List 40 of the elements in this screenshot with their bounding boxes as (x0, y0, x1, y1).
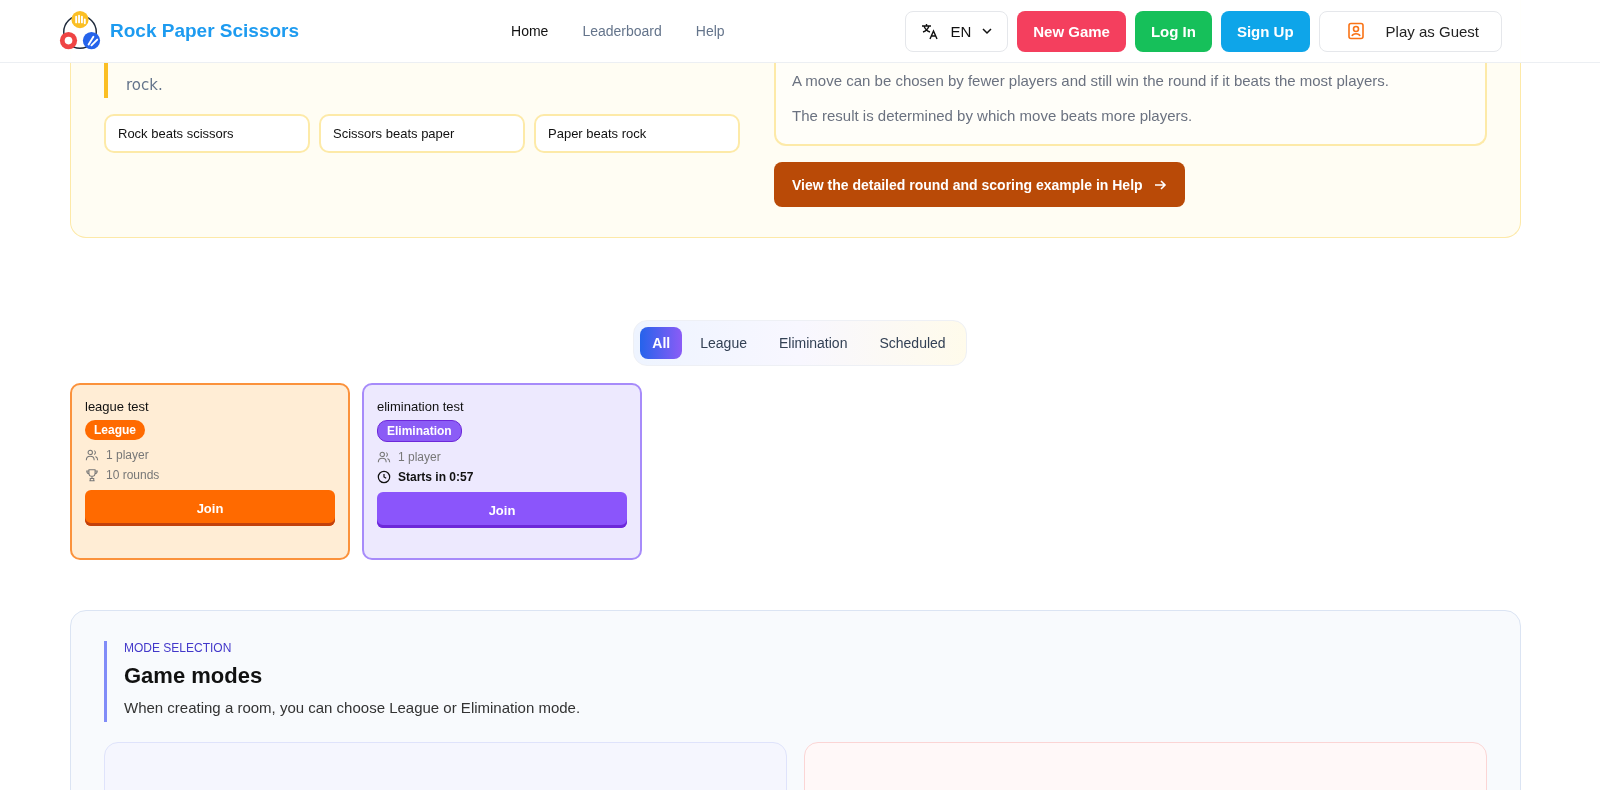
trophy-icon (85, 468, 99, 482)
section-description: When creating a room, you can choose League or Elimination mode. (124, 699, 582, 718)
note-text: The result is determined by which move beats more players. (792, 107, 1194, 124)
arrow-right-icon (1152, 177, 1167, 192)
chevron-down-icon (981, 25, 994, 37)
users-icon (85, 448, 99, 462)
room-name: league test (85, 399, 150, 414)
nav-link[interactable]: Leaderboard (582, 23, 662, 39)
help-example-button[interactable]: View the detailed round and scoring example in Help (774, 162, 1185, 207)
section-title: Game modes (124, 663, 264, 689)
nav-link[interactable]: Help (695, 23, 725, 39)
brand-name[interactable]: Rock Paper Scissors (110, 20, 300, 42)
rule-chip: Rock beats scissors (104, 114, 310, 153)
filter-tab[interactable]: Elimination (764, 327, 862, 359)
mode-badge: League (85, 420, 145, 440)
users-icon (377, 450, 391, 464)
nav-link[interactable]: Home (511, 23, 549, 39)
filter-tab[interactable]: All (640, 327, 683, 359)
round-count: 10 rounds (106, 468, 160, 482)
room-name: elimination test (377, 399, 465, 414)
section-eyebrow: MODE SELECTION (124, 641, 233, 655)
rule-chip: Scissors beats paper (319, 114, 525, 153)
join-button[interactable]: Join (85, 490, 335, 526)
rule-chip: Paper beats rock (534, 114, 740, 153)
clock-icon (377, 470, 391, 484)
filter-tab[interactable]: League (686, 327, 761, 359)
join-button[interactable]: Join (377, 492, 627, 528)
sign-up-button[interactable]: Sign Up (1220, 10, 1310, 52)
language-selector[interactable]: EN (905, 10, 1009, 52)
start-countdown: Starts in 0:57 (398, 470, 474, 484)
note-text: A move can be chosen by fewer players and still win the round if it beats the most players. (792, 72, 1390, 89)
player-count: 1 player (398, 450, 441, 464)
mode-badge: Elimination (377, 420, 462, 442)
user-badge-icon (1345, 21, 1366, 41)
play-as-guest-button[interactable]: Play as Guest (1318, 10, 1502, 52)
player-count: 1 player (106, 448, 149, 462)
translate-icon (920, 21, 941, 41)
filter-tab[interactable]: Scheduled (865, 327, 960, 359)
new-game-button[interactable]: New Game (1017, 10, 1126, 52)
rules-text: rock. (126, 76, 164, 94)
